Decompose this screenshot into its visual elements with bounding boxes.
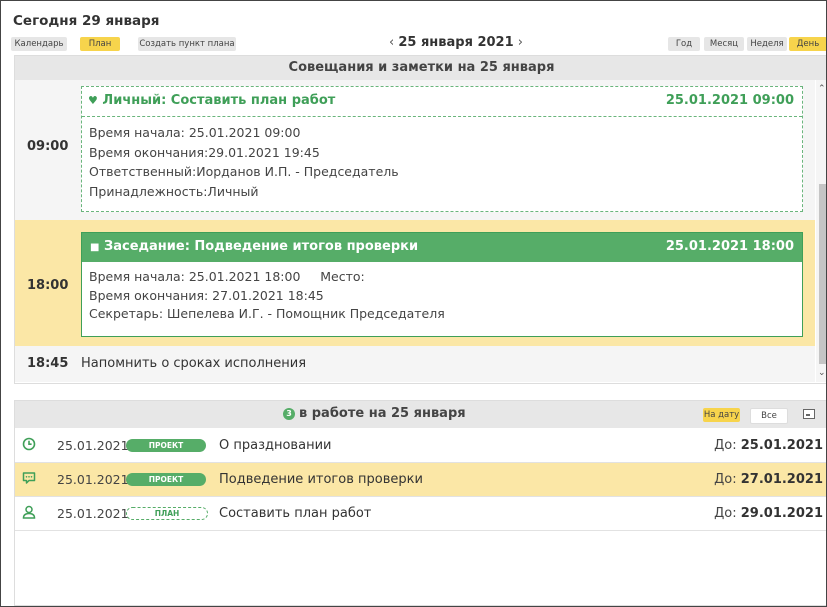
row-name[interactable]: О праздновании	[219, 438, 331, 453]
event-title: Личный: Составить план работ	[102, 93, 336, 108]
event-responsible: Ответственный:Иорданов И.П. - Председате…	[89, 164, 399, 179]
event-title: Заседание: Подведение итогов проверки	[103, 239, 419, 254]
time-slot: 09:00 ♥ Личный: Составить план работ 25.…	[15, 80, 815, 220]
scrollbar[interactable]: ⌃ ⌄	[816, 80, 826, 382]
slot-time: 18:00	[27, 278, 69, 293]
status-badge: ПРОЕКТ	[126, 439, 206, 452]
view-month-button[interactable]: Месяц	[704, 37, 744, 51]
row-name[interactable]: Подведение итогов проверки	[219, 472, 423, 487]
person-icon	[22, 505, 36, 519]
event-ownership: Принадлежность:Личный	[89, 183, 259, 199]
time-slot-highlighted: 18:00 ■ Заседание: Подведение итогов про…	[15, 220, 815, 346]
row-date: 25.01.2021	[57, 506, 129, 521]
row-date: 25.01.2021	[57, 438, 129, 453]
scroll-down-icon[interactable]: ⌄	[818, 368, 826, 378]
filter-all-button[interactable]: Все	[750, 408, 788, 424]
table-row[interactable]: 25.01.2021 ПРОЕКТ О праздновании До: 25.…	[15, 429, 826, 463]
status-badge: ПРОЕКТ	[126, 473, 206, 486]
event-card-meeting[interactable]: ■ Заседание: Подведение итогов проверки …	[81, 232, 803, 337]
row-due: До: 25.01.2021	[714, 438, 823, 453]
view-week-button[interactable]: Неделя	[747, 37, 787, 51]
chat-icon	[22, 472, 36, 484]
event-start: Время начала: 25.01.2021 09:00	[89, 125, 301, 140]
work-panel-header: 3 в работе на 25 января На дату Все	[15, 401, 826, 428]
event-details: Время начала: 25.01.2021 18:00 Место: Вр…	[82, 262, 802, 324]
next-date-button[interactable]: ›	[518, 35, 523, 50]
meetings-panel: Совещания и заметки на 25 января 09:00 ♥…	[14, 55, 826, 384]
work-panel: 3 в работе на 25 января На дату Все 25.01…	[14, 400, 826, 606]
meetings-panel-title: Совещания и заметки на 25 января	[15, 56, 826, 80]
clock-icon	[22, 437, 36, 451]
event-card-personal[interactable]: ♥ Личный: Составить план работ 25.01.202…	[81, 86, 803, 212]
slot-time: 09:00	[27, 139, 69, 154]
create-plan-item-button[interactable]: Создать пункт плана	[138, 37, 236, 51]
table-row[interactable]: 25.01.2021 ПЛАН Составить план работ До:…	[15, 497, 826, 531]
scroll-thumb[interactable]	[819, 184, 826, 364]
event-end: Время окончания:29.01.2021 19:45	[89, 144, 320, 160]
view-day-button[interactable]: День	[789, 37, 826, 51]
event-card-header: ■ Заседание: Подведение итогов проверки …	[82, 233, 802, 262]
count-badge: 3	[283, 408, 295, 420]
row-due: До: 27.01.2021	[714, 472, 823, 487]
row-name[interactable]: Составить план работ	[219, 506, 371, 521]
event-datetime: 25.01.2021 09:00	[665, 93, 794, 108]
event-end: Время окончания: 27.01.2021 18:45	[89, 287, 324, 303]
prev-date-button[interactable]: ‹	[389, 35, 394, 50]
event-details: Время начала: 25.01.2021 09:00 Время око…	[82, 117, 802, 201]
status-badge: ПЛАН	[126, 507, 208, 520]
current-date-label: 25 января 2021	[398, 35, 514, 50]
minimize-icon[interactable]	[803, 409, 815, 419]
filter-by-date-button[interactable]: На дату	[703, 408, 740, 422]
work-panel-title: в работе на 25 января	[299, 406, 466, 421]
slot-time: 18:45	[27, 356, 69, 371]
view-year-button[interactable]: Год	[668, 37, 700, 51]
reminder-text[interactable]: Напомнить о сроках исполнения	[81, 356, 306, 371]
event-datetime: 25.01.2021 18:00	[665, 239, 794, 254]
today-title: Сегодня 29 января	[13, 13, 160, 29]
chat-icon: ■	[90, 242, 100, 253]
date-navigator: ‹ 25 января 2021 ›	[389, 35, 523, 50]
event-card-header: ♥ Личный: Составить план работ 25.01.202…	[82, 87, 802, 117]
calendar-button[interactable]: Календарь	[11, 37, 67, 51]
table-row[interactable]: 25.01.2021 ПРОЕКТ Подведение итогов пров…	[15, 463, 826, 497]
event-start-place: Время начала: 25.01.2021 18:00 Место:	[89, 269, 365, 284]
top-bar: Сегодня 29 января Календарь План Создать…	[11, 9, 826, 51]
scroll-up-icon[interactable]: ⌃	[818, 84, 826, 94]
row-due: До: 29.01.2021	[714, 506, 823, 521]
time-slot: 18:45 Напомнить о сроках исполнения	[15, 346, 815, 382]
row-date: 25.01.2021	[57, 472, 129, 487]
person-icon: ♥	[88, 94, 98, 107]
plan-button[interactable]: План	[80, 37, 120, 51]
app-window: Сегодня 29 января Календарь План Создать…	[0, 0, 827, 607]
event-secretary: Секретарь: Шепелева И.Г. - Помощник Пред…	[89, 306, 445, 321]
